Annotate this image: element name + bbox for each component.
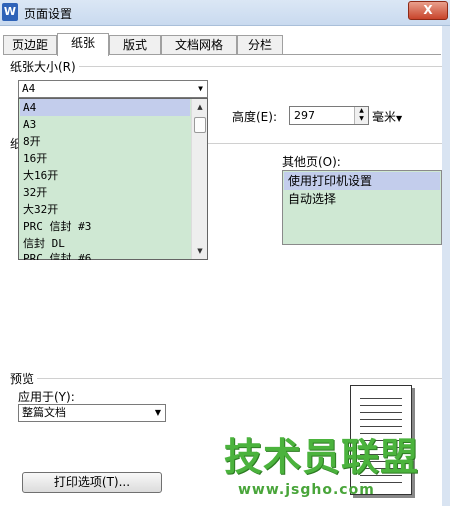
tab-layout[interactable]: 版式 [109,35,161,55]
height-spinner[interactable]: ▲ ▼ [354,107,368,124]
paper-size-selected: A4 [22,82,36,95]
watermark-logo: 技术员联盟 [224,435,420,479]
height-unit: 毫米 [372,110,397,124]
caret-down-icon: ▼ [396,114,403,123]
dropdown-option[interactable]: PRC 信封 #6 [20,252,190,260]
print-options-button[interactable]: 打印选项(T)... [22,472,162,493]
paper-size-dropdown[interactable]: A4 A3 8开 16开 大16开 32开 大32开 PRC 信封 #3 信封 … [18,98,208,260]
apply-to-value: 整篇文档 [22,406,66,419]
spin-up-icon[interactable]: ▲ [355,107,368,115]
chevron-down-icon[interactable]: ▼ [155,405,161,421]
title-bar: W 页面设置 X [0,0,450,26]
apply-to-select[interactable]: 整篇文档 ▼ [18,404,166,422]
dropdown-option[interactable]: PRC 信封 #3 [20,218,190,235]
tab-columns[interactable]: 分栏 [237,35,283,55]
scroll-thumb[interactable] [194,117,206,133]
tab-document-grid[interactable]: 文档网格 [161,35,237,55]
scroll-up-icon[interactable]: ▲ [194,101,206,113]
dropdown-option[interactable]: 16开 [20,150,190,167]
window-frame-right [442,26,450,506]
height-value: 297 [294,109,315,122]
dropdown-option[interactable]: 大32开 [20,201,190,218]
dropdown-option[interactable]: A4 [20,99,190,116]
preview-group-label: 预览 [10,370,38,387]
close-button[interactable]: X [408,1,448,20]
dropdown-option[interactable]: 32开 [20,184,190,201]
spin-down-icon[interactable]: ▼ [355,115,368,123]
dropdown-option[interactable]: 大16开 [20,167,190,184]
wps-app-icon: W [2,3,18,21]
preview-group-line [10,378,442,379]
other-pages-list[interactable]: 使用打印机设置 自动选择 [282,170,442,245]
dropdown-option[interactable]: 8开 [20,133,190,150]
height-unit-select[interactable]: 毫米▼ [372,108,402,125]
watermark-url: www.jsgho.com [238,482,375,498]
apply-to-label: 应用于(Y): [18,390,75,404]
dropdown-option[interactable]: 信封 DL [20,235,190,252]
chevron-down-icon[interactable]: ▼ [198,81,203,97]
other-pages-label: 其他页(O): [282,155,341,169]
scroll-down-icon[interactable]: ▼ [194,245,206,257]
list-item[interactable]: 自动选择 [284,190,440,208]
list-item[interactable]: 使用打印机设置 [284,172,440,190]
paper-size-group-label: 纸张大小(R) [10,58,79,75]
tab-paper[interactable]: 纸张 [57,33,109,56]
height-input[interactable]: 297 ▲ ▼ [289,106,369,125]
dropdown-option[interactable]: A3 [20,116,190,133]
dropdown-scrollbar[interactable]: ▲ ▼ [191,99,207,259]
paper-size-select[interactable]: A4 ▼ [18,80,208,98]
tab-margins[interactable]: 页边距 [3,35,57,55]
window-title: 页面设置 [24,7,73,21]
height-label: 高度(E): [232,110,277,124]
